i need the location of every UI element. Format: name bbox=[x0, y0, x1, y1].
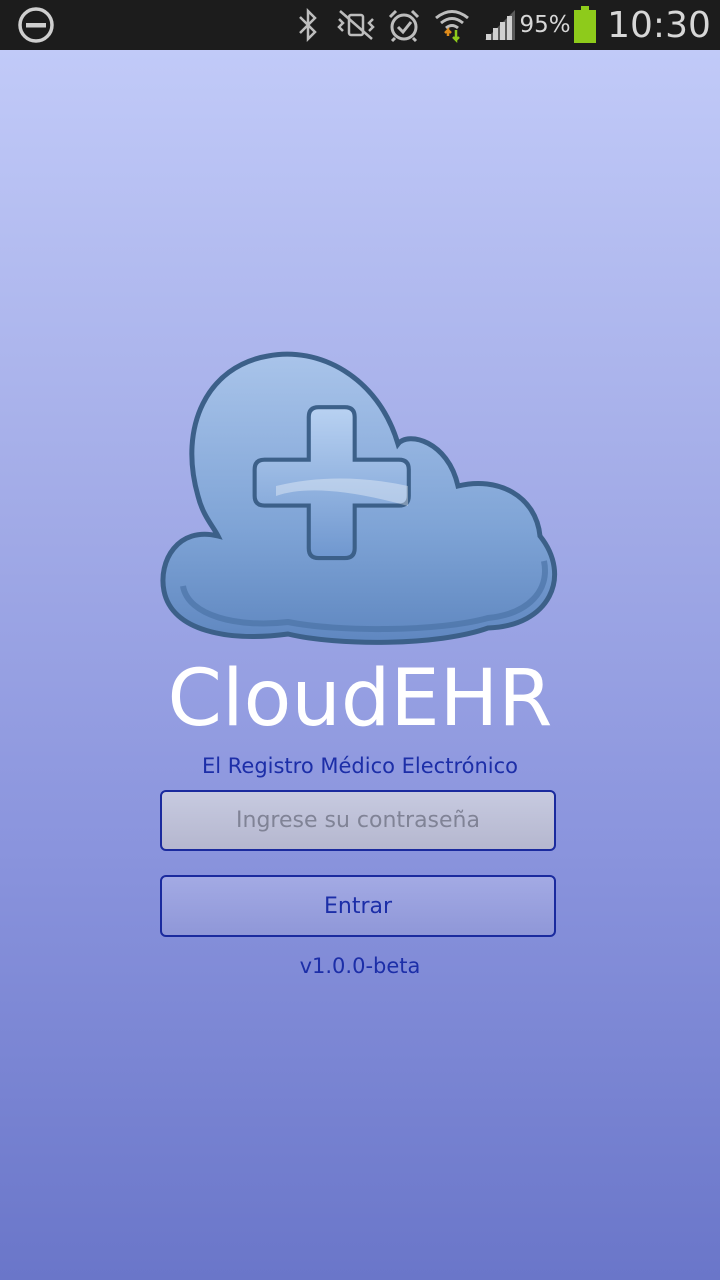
login-button[interactable]: Entrar bbox=[160, 875, 556, 937]
app-title: CloudEHR bbox=[167, 654, 553, 744]
password-input[interactable] bbox=[160, 790, 556, 851]
wifi-icon bbox=[432, 0, 472, 50]
login-content: CloudEHR El Registro Médico Electrónico … bbox=[0, 50, 720, 1280]
status-bar: 95% 10:30 bbox=[0, 0, 720, 50]
app-tagline: El Registro Médico Electrónico bbox=[201, 754, 518, 778]
do-not-disturb-icon bbox=[14, 0, 58, 50]
battery-percent: 95% bbox=[519, 12, 571, 38]
bluetooth-icon bbox=[294, 0, 322, 50]
battery-icon bbox=[570, 0, 600, 50]
login-screen: 95% 10:30 CloudEHR El Registro Médico El… bbox=[0, 0, 720, 1280]
signal-icon bbox=[482, 0, 518, 50]
cloud-medical-logo bbox=[160, 351, 558, 645]
app-version: v1.0.0-beta bbox=[299, 954, 421, 978]
status-clock: 10:30 bbox=[607, 4, 711, 46]
alarm-icon bbox=[384, 0, 424, 50]
vibrate-icon bbox=[334, 0, 378, 50]
